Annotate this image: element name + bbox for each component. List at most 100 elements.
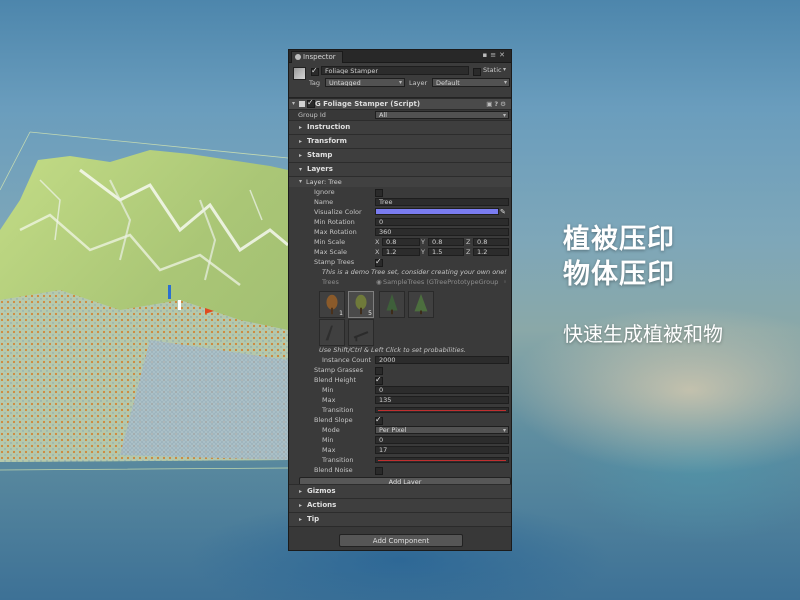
- gizmo-axis: [168, 285, 171, 299]
- bs-max-row: Max 17: [289, 445, 511, 455]
- section-tip[interactable]: ▸ Tip: [289, 512, 511, 526]
- max-scale-row: Max Scale X 1.2 Y 1.5 Z 1.2: [289, 247, 511, 257]
- stamp-trees-label: Stamp Trees: [314, 258, 355, 266]
- tree-prototype-thumb[interactable]: [408, 291, 434, 318]
- section-layers[interactable]: ▾ Layers: [289, 162, 511, 176]
- collapse-arrow-icon: ▸: [299, 488, 303, 495]
- expand-arrow-icon[interactable]: ▾: [292, 99, 295, 109]
- axis-y-label: Y: [421, 238, 425, 246]
- component-header[interactable]: ▾ G Foliage Stamper (Script) ▣?⚙: [289, 98, 511, 110]
- inspector-tab[interactable]: Inspector: [291, 51, 343, 63]
- bs-min-field[interactable]: 0: [375, 436, 509, 444]
- collapse-arrow-icon: ▸: [299, 124, 303, 131]
- tree-prototype-thumb[interactable]: 1: [319, 291, 345, 318]
- prob-note-row: Use Shift/Ctrl & Left Click to set proba…: [289, 345, 511, 355]
- prob-note: Use Shift/Ctrl & Left Click to set proba…: [319, 346, 466, 354]
- bs-min-label: Min: [322, 436, 334, 444]
- bs-max-label: Max: [322, 446, 336, 454]
- collapse-arrow-icon: ▸: [299, 152, 303, 159]
- tree-prototype-thumb[interactable]: [319, 319, 345, 346]
- visualize-color-swatch[interactable]: [375, 208, 499, 215]
- max-scale-y-field[interactable]: 1.5: [428, 248, 464, 256]
- blend-height-checkbox[interactable]: [375, 375, 383, 385]
- bh-min-field[interactable]: 0: [375, 386, 509, 394]
- min-rotation-field[interactable]: 0: [375, 218, 509, 226]
- menu-icon[interactable]: ≡: [490, 51, 499, 59]
- blend-slope-checkbox[interactable]: [375, 415, 383, 425]
- component-settings-icon[interactable]: ▣?⚙: [486, 99, 508, 109]
- min-scale-y-field[interactable]: 0.8: [428, 238, 464, 246]
- inspector-panel: Inspector ▪≡✕ Foliage Stamper Static ▾ T…: [288, 49, 512, 551]
- close-icon[interactable]: ✕: [499, 51, 508, 59]
- bs-mode-dropdown[interactable]: Per Pixel: [375, 426, 509, 434]
- section-transform-label: Transform: [307, 137, 347, 145]
- eyedropper-icon[interactable]: ✎: [500, 207, 506, 217]
- overlay-title-object-stamp: 物体压印: [563, 259, 675, 290]
- object-name-field[interactable]: Foliage Stamper: [321, 66, 469, 75]
- tree-prototype-thumb[interactable]: [348, 319, 374, 346]
- section-gizmos-label: Gizmos: [307, 487, 336, 495]
- bs-mode-row: Mode Per Pixel: [289, 425, 511, 435]
- section-stamp[interactable]: ▸ Stamp: [289, 148, 511, 162]
- collapse-arrow-icon: ▸: [299, 138, 303, 145]
- bs-transition-label: Transition: [322, 456, 354, 464]
- gameobject-header: Foliage Stamper Static ▾ Tag Untagged La…: [289, 63, 511, 98]
- trees-object-field[interactable]: SampleTrees (GTreePrototypeGroup: [383, 277, 503, 287]
- layer-label: Layer: [409, 79, 428, 87]
- demo-note-row: This is a demo Tree set, consider creati…: [289, 267, 511, 277]
- section-actions[interactable]: ▸ Actions: [289, 498, 511, 512]
- trees-picker-icon[interactable]: ◦: [503, 277, 507, 287]
- object-picker-icon[interactable]: ◉: [376, 277, 382, 287]
- name-label: Name: [314, 198, 334, 206]
- layer-title-row[interactable]: ▾ Layer: Tree: [289, 177, 511, 187]
- blend-noise-label: Blend Noise: [314, 466, 353, 474]
- tag-dropdown[interactable]: Untagged: [325, 78, 405, 87]
- stamp-trees-checkbox[interactable]: [375, 257, 383, 267]
- bh-max-field[interactable]: 135: [375, 396, 509, 404]
- section-gizmos[interactable]: ▸ Gizmos: [289, 484, 511, 498]
- min-scale-z-field[interactable]: 0.8: [473, 238, 509, 246]
- bh-max-label: Max: [322, 396, 336, 404]
- blend-noise-checkbox[interactable]: [375, 467, 383, 475]
- max-rotation-field[interactable]: 360: [375, 228, 509, 236]
- bh-max-row: Max 135: [289, 395, 511, 405]
- axis-z-label: Z: [466, 248, 471, 256]
- min-scale-x-field[interactable]: 0.8: [382, 238, 420, 246]
- max-scale-z-field[interactable]: 1.2: [473, 248, 509, 256]
- group-id-dropdown[interactable]: All: [375, 111, 509, 119]
- blend-slope-label: Blend Slope: [314, 416, 353, 424]
- tree-prototype-thumb-selected[interactable]: 5: [348, 291, 374, 318]
- bs-max-field[interactable]: 17: [375, 446, 509, 454]
- name-row: Name Tree: [289, 197, 511, 207]
- instance-count-field[interactable]: 2000: [375, 356, 509, 364]
- section-transform[interactable]: ▸ Transform: [289, 134, 511, 148]
- bh-transition-curve[interactable]: [375, 407, 509, 413]
- thumb-count: 1: [339, 310, 343, 317]
- static-checkbox[interactable]: [473, 68, 481, 76]
- add-component-button[interactable]: Add Component: [339, 534, 463, 547]
- layer-dropdown[interactable]: Default: [432, 78, 510, 87]
- bs-min-row: Min 0: [289, 435, 511, 445]
- static-dropdown-arrow-icon[interactable]: ▾: [503, 66, 506, 73]
- max-scale-x-field[interactable]: 1.2: [382, 248, 420, 256]
- stamp-grasses-row: Stamp Grasses: [289, 365, 511, 375]
- script-icon: [299, 101, 305, 107]
- bh-transition-label: Transition: [322, 406, 354, 414]
- stamp-grasses-checkbox[interactable]: [375, 367, 383, 375]
- name-field[interactable]: Tree: [375, 198, 509, 206]
- component-enabled-checkbox[interactable]: [307, 98, 315, 108]
- tree-prototype-thumb[interactable]: [379, 291, 405, 318]
- max-scale-label: Max Scale: [314, 248, 347, 256]
- active-checkbox[interactable]: [311, 66, 319, 76]
- instance-count-row: Instance Count 2000: [289, 355, 511, 365]
- ignore-row: Ignore: [289, 187, 511, 197]
- collapse-arrow-icon: ▸: [299, 516, 303, 523]
- section-instruction[interactable]: ▸ Instruction: [289, 120, 511, 134]
- ignore-checkbox[interactable]: [375, 189, 383, 197]
- trees-label: Trees: [322, 278, 339, 286]
- blend-noise-row: Blend Noise: [289, 465, 511, 475]
- pine-tree-icon: [386, 293, 398, 315]
- bs-transition-curve[interactable]: [375, 457, 509, 463]
- inspector-tab-label: Inspector: [303, 53, 336, 61]
- min-scale-label: Min Scale: [314, 238, 346, 246]
